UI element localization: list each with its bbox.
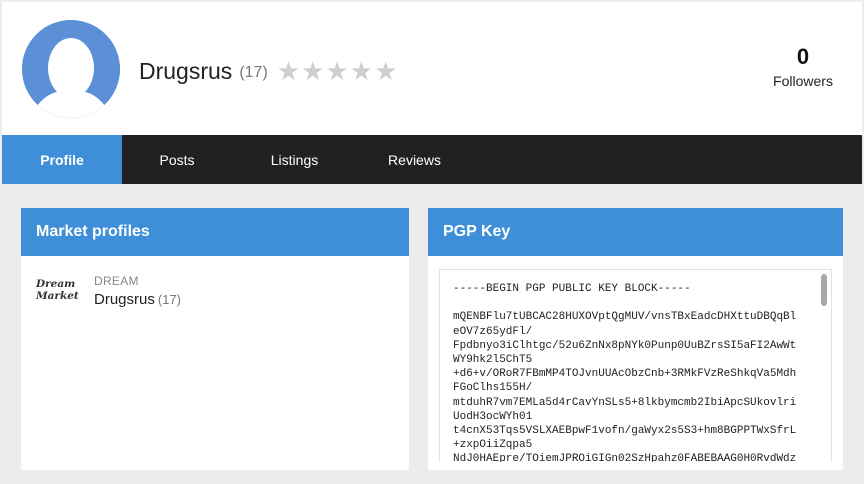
user-silhouette-icon xyxy=(22,20,120,118)
followers-stat: 0 Followers xyxy=(768,44,838,89)
pgp-key-panel: PGP Key -----BEGIN PGP PUBLIC KEY BLOCK-… xyxy=(428,208,843,470)
logo-text-line: Market xyxy=(36,290,79,302)
pgp-key-line xyxy=(453,296,818,310)
pgp-key-title: PGP Key xyxy=(428,208,843,256)
pgp-key-line: mQENBFlu7tUBCAC28HUXOVptQgMUV/vnsTBxEadc… xyxy=(453,311,797,324)
market-name: DREAM xyxy=(94,274,139,288)
star-icon: ★ xyxy=(349,56,374,87)
profile-header: Drugsrus (17) ★ ★ ★ ★ ★ 0 Followers xyxy=(2,2,862,135)
pgp-key-line: FGoClhs155H/ xyxy=(453,382,533,395)
pgp-key-line: eOV7z65ydFl/ xyxy=(453,325,533,338)
market-username[interactable]: Drugsrus xyxy=(94,291,155,308)
pgp-key-line: WY9hk2l5ChT5 xyxy=(453,354,533,367)
pgp-key-line: Fpdbnyo3iClhtgc/52u6ZnNx8pNYk0Punp0UuBZr… xyxy=(453,339,797,352)
username-row: Drugsrus (17) ★ ★ ★ ★ ★ xyxy=(139,58,398,85)
tab-reviews[interactable]: Reviews xyxy=(357,135,472,184)
tab-listings[interactable]: Listings xyxy=(232,135,357,184)
rating-count: (17) xyxy=(239,64,268,81)
pgp-key-textbox[interactable]: -----BEGIN PGP PUBLIC KEY BLOCK----- mQE… xyxy=(439,269,832,462)
pgp-key-line: +zxpOiiZqpa5 xyxy=(453,439,533,452)
pgp-key-text: -----BEGIN PGP PUBLIC KEY BLOCK----- mQE… xyxy=(453,282,818,462)
market-profiles-panel: Market profiles Dream Market DREAM Drugs… xyxy=(21,208,409,470)
pgp-key-line: mtduhR7vm7EMLa5d4rCavYnSLs5+8lkbymcmb2Ib… xyxy=(453,396,797,409)
market-profiles-title: Market profiles xyxy=(21,208,409,256)
profile-nav: Profile Posts Listings Reviews xyxy=(2,135,862,184)
tab-profile[interactable]: Profile xyxy=(2,135,122,184)
list-item: Dream Market DREAM Drugsrus (17) xyxy=(21,256,409,314)
logo-text-line: Dream xyxy=(36,278,76,290)
star-icon: ★ xyxy=(325,56,349,87)
scrollbar-thumb[interactable] xyxy=(821,274,827,306)
pgp-key-line: NdJ0HAEpre/TOiemJPROiGIGn02SzHpahz0FABEB… xyxy=(453,453,797,462)
pgp-key-line: -----BEGIN PGP PUBLIC KEY BLOCK----- xyxy=(453,283,691,295)
profile-page: Drugsrus (17) ★ ★ ★ ★ ★ 0 Followers Prof… xyxy=(0,0,864,484)
followers-count: 0 xyxy=(796,44,810,69)
market-count: (17) xyxy=(157,292,181,307)
market-profile-info: DREAM Drugsrus (17) xyxy=(94,274,181,314)
avatar xyxy=(22,20,120,118)
star-icon: ★ xyxy=(301,56,325,87)
followers-label: Followers xyxy=(773,73,833,89)
star-icon: ★ xyxy=(374,56,398,87)
username: Drugsrus xyxy=(139,58,233,84)
dream-market-logo: Dream Market xyxy=(36,274,81,314)
pgp-key-line: t4cnX53Tqs5VSLXAEBpwF1vofn/gaWyx2s5S3+hm… xyxy=(453,425,797,438)
market-username-link[interactable]: Drugsrus (17) xyxy=(94,291,181,308)
tab-posts[interactable]: Posts xyxy=(122,135,232,184)
pgp-key-line: UodH3ocWYh01 xyxy=(453,410,533,423)
rating-stars: ★ ★ ★ ★ ★ xyxy=(277,59,399,85)
pgp-key-line: +d6+v/ORoR7FBmMP4TOJvnUUAcObzCnb+3RMkFVz… xyxy=(453,368,797,381)
star-icon: ★ xyxy=(276,56,301,87)
